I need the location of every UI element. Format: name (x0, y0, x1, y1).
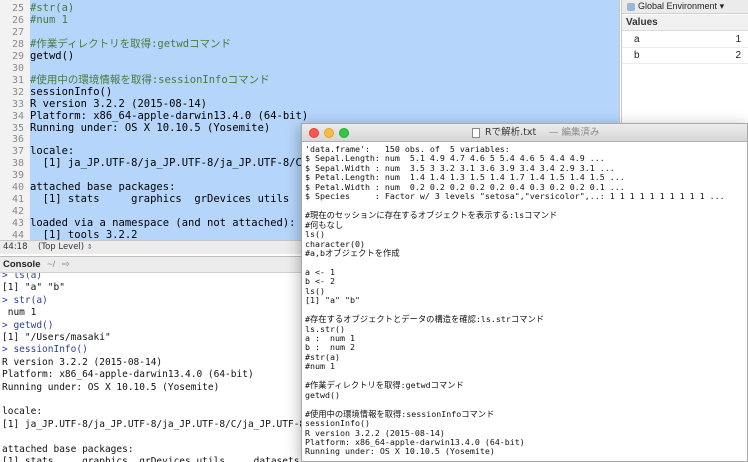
variable-name: b (634, 50, 640, 61)
console-pane[interactable]: > ls(a) [1] "a" "b" > str(a) num 1 > getwd(… (0, 256, 310, 462)
console-output-line: [1] "a" "b" (2, 282, 65, 294)
variable-value: 1 (735, 34, 741, 45)
scope-arrow-icon: ⇕ (86, 243, 93, 251)
cursor-position: 44:18 (3, 242, 28, 252)
document-icon (472, 128, 480, 138)
text-line: [1] "a" "b" (305, 295, 360, 306)
text-line: getwd() (305, 389, 340, 400)
console-output-line: Platform: x86_64-apple-darwin13.4.0 (64-… (2, 369, 254, 381)
console-output-line: [1] "/Users/masaki" (2, 332, 111, 343)
environment-scope-label: Global Environment (638, 1, 718, 11)
variable-name: a (634, 34, 640, 45)
console-title: Console (3, 259, 41, 270)
text-document-body[interactable]: 'data.frame': 150 obs. of 5 variables: $ … (302, 142, 747, 461)
code-line: getwd() (30, 49, 75, 62)
console-output-line: Running under: OS X 10.10.5 (Yosemite) (2, 381, 220, 393)
text-line: Running under: OS X 10.10.5 (Yosemite) (305, 446, 495, 457)
minimize-window-icon[interactable] (324, 128, 334, 138)
values-header: Values (622, 15, 748, 31)
console-input-line: > sessionInfo() (2, 344, 88, 356)
console-input-line: > getwd() (2, 319, 54, 331)
console-working-dir: ~/ (47, 259, 56, 270)
console-output-line: R version 3.2.2 (2015-08-14) (2, 356, 163, 368)
text-line: #a,bオブジェクトを作成 (305, 247, 400, 258)
text-line: #num 1 (305, 361, 335, 372)
scope-label: (Top Level) (38, 242, 85, 252)
scope-selector[interactable]: (Top Level) ⇕ (38, 241, 93, 254)
dropdown-arrow-icon: ▾ (719, 1, 725, 11)
console-output-line: attached base packages: (2, 443, 134, 455)
environment-toolbar[interactable]: Global Environment ▾ (622, 0, 748, 14)
zoom-window-icon[interactable] (339, 128, 349, 138)
console-output-line: num 1 (2, 307, 37, 319)
console-output-line: locale: (2, 406, 43, 418)
window-title: Rで解析.txt (485, 127, 537, 138)
environment-scope-dropdown[interactable]: Global Environment ▾ (638, 0, 724, 13)
text-editor-window[interactable]: Rで解析.txt — 編集済み 'data.frame': 150 obs. o… (301, 123, 748, 462)
code-line: #num 1 (30, 13, 68, 26)
console-output-line: [1] ja_JP.UTF-8/ja_JP.UTF-8/ja_JP.UTF-8/… (2, 418, 310, 430)
console-header: Console ~/ ⇨ (0, 257, 310, 273)
variable-value: 2 (735, 50, 741, 61)
console-output-line: [1] stats graphics grDevices utils datas… (2, 456, 300, 462)
code-line: Running under: OS X 10.10.5 (Yosemite) (30, 121, 271, 134)
text-line: $ Species : Factor w/ 3 levels "setosa",… (305, 191, 725, 202)
environment-icon (627, 3, 635, 11)
window-titlebar[interactable]: Rで解析.txt — 編集済み (302, 124, 747, 142)
environment-variable-row[interactable]: a1 (622, 32, 748, 48)
console-input-line: > str(a) (2, 294, 48, 306)
go-to-dir-icon[interactable]: ⇨ (62, 259, 70, 270)
edited-status: — 編集済み (549, 127, 600, 138)
environment-variable-row[interactable]: b2 (622, 48, 748, 64)
close-window-icon[interactable] (309, 128, 319, 138)
